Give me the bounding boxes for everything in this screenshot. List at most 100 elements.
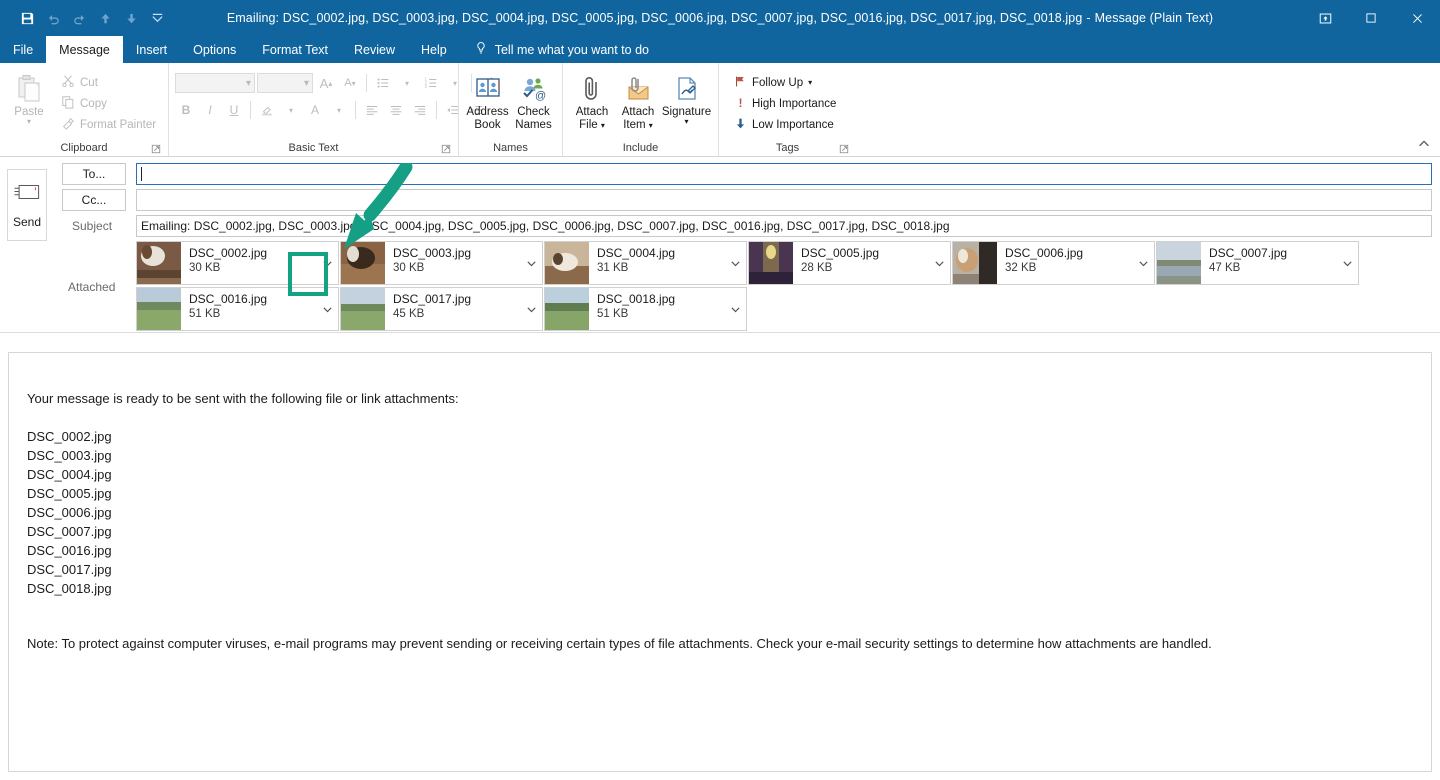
attachment-item-0[interactable]: DSC_0002.jpg 30 KB (136, 241, 339, 285)
bold-button[interactable]: B (175, 100, 197, 121)
attach-file-line1: Attach (575, 106, 609, 118)
basic-text-group-text: Basic Text (288, 142, 339, 154)
collapse-ribbon-button[interactable] (1416, 136, 1432, 152)
tell-me-label: Tell me what you want to do (494, 42, 649, 57)
low-importance-button[interactable]: Low Importance (729, 114, 839, 135)
high-importance-button[interactable]: ! High Importance (729, 93, 841, 114)
attachment-list: DSC_0002.jpg 30 KB DSC_0003.jpg 30 KB DS… (136, 241, 1432, 333)
attachment-item-4[interactable]: DSC_0006.jpg 32 KB (952, 241, 1155, 285)
tags-dialog-launcher-icon[interactable] (839, 144, 850, 155)
cut-button[interactable]: Cut (56, 72, 161, 93)
italic-button[interactable]: I (199, 100, 221, 121)
attachment-thumbnail (137, 242, 181, 284)
font-color-button[interactable]: A (304, 100, 326, 121)
attachment-size: 51 KB (189, 308, 221, 320)
attach-file-button[interactable]: Attach File ▾ (569, 70, 615, 132)
text-highlight-dropdown[interactable]: ▾ (280, 100, 302, 121)
align-right-button[interactable] (409, 100, 431, 121)
tab-message[interactable]: Message (46, 36, 123, 63)
next-item-button[interactable] (118, 5, 144, 31)
bullets-dropdown[interactable]: ▾ (396, 73, 418, 94)
attachment-item-5[interactable]: DSC_0007.jpg 47 KB (1156, 241, 1359, 285)
clipboard-dialog-launcher-icon[interactable] (151, 144, 162, 155)
ribbon-display-options-button[interactable] (1302, 0, 1348, 36)
attachment-meta: DSC_0017.jpg 45 KB (385, 288, 520, 330)
align-center-button[interactable] (385, 100, 407, 121)
attachment-item-8[interactable]: DSC_0018.jpg 51 KB (544, 287, 747, 331)
basic-text-dialog-launcher-icon[interactable] (441, 144, 452, 155)
format-painter-button[interactable]: Format Painter (56, 114, 161, 135)
attachment-name: DSC_0016.jpg (189, 292, 268, 306)
customize-quick-access-toolbar-button[interactable] (144, 5, 170, 31)
attachment-line-2: DSC_0016.jpg 51 KB DSC_0017.jpg 45 KB DS… (136, 287, 1432, 331)
attachment-name: DSC_0018.jpg (597, 292, 676, 306)
divider (355, 101, 356, 119)
attachment-item-6[interactable]: DSC_0016.jpg 51 KB (136, 287, 339, 331)
attachment-size: 31 KB (597, 262, 629, 274)
undo-button[interactable] (40, 5, 66, 31)
grow-font-button[interactable]: A ▴ (315, 73, 337, 94)
ribbon-tab-bar: File Message Insert Options Format Text … (0, 36, 1440, 63)
align-left-button[interactable] (361, 100, 383, 121)
font-color-dropdown[interactable]: ▾ (328, 100, 350, 121)
check-names-button[interactable]: @ Check Names (511, 70, 557, 132)
arrow-down-icon (734, 117, 747, 133)
attachment-name: DSC_0003.jpg (393, 246, 472, 260)
bullets-button[interactable] (372, 73, 394, 94)
check-names-line2: Names (515, 119, 552, 132)
close-button[interactable] (1394, 0, 1440, 36)
body-file-item: DSC_0003.jpg (27, 448, 112, 463)
attachment-dropdown-chevron-3[interactable] (928, 242, 950, 284)
shrink-font-button[interactable]: A ▾ (339, 73, 361, 94)
text-highlight-color-button[interactable] (256, 100, 278, 121)
attach-item-icon (624, 72, 652, 106)
paste-icon (15, 72, 43, 106)
paintbrush-icon (61, 116, 75, 133)
attachment-dropdown-chevron-1[interactable] (520, 242, 542, 284)
signature-button[interactable]: Signature ▾ (661, 70, 712, 126)
attachment-meta: DSC_0006.jpg 32 KB (997, 242, 1132, 284)
attachment-dropdown-chevron-6[interactable] (316, 288, 338, 330)
paste-button[interactable]: Paste ▾ (6, 68, 52, 126)
cc-button[interactable]: Cc... (62, 189, 126, 211)
attachment-dropdown-chevron-7[interactable] (520, 288, 542, 330)
underline-button[interactable]: U (223, 100, 245, 121)
follow-up-button[interactable]: Follow Up ▾ (729, 72, 817, 93)
tell-me-search[interactable]: Tell me what you want to do (460, 36, 661, 63)
font-name-select[interactable]: ▾ (175, 73, 255, 93)
save-button[interactable] (14, 5, 40, 31)
tab-insert[interactable]: Insert (123, 36, 180, 63)
attachment-item-2[interactable]: DSC_0004.jpg 31 KB (544, 241, 747, 285)
attachment-dropdown-chevron-8[interactable] (724, 288, 746, 330)
attachment-dropdown-chevron-0[interactable] (316, 242, 338, 284)
redo-button[interactable] (66, 5, 92, 31)
attachment-dropdown-chevron-5[interactable] (1336, 242, 1358, 284)
previous-item-button[interactable] (92, 5, 118, 31)
attachment-size: 32 KB (1005, 262, 1037, 274)
tab-options[interactable]: Options (180, 36, 249, 63)
attachment-item-3[interactable]: DSC_0005.jpg 28 KB (748, 241, 951, 285)
to-input[interactable] (136, 163, 1432, 185)
copy-button[interactable]: Copy (56, 93, 161, 114)
send-button[interactable]: Send (7, 169, 47, 241)
tab-format-text[interactable]: Format Text (249, 36, 341, 63)
attachment-dropdown-chevron-2[interactable] (724, 242, 746, 284)
attachment-item-7[interactable]: DSC_0017.jpg 45 KB (340, 287, 543, 331)
address-book-button[interactable]: Address Book (465, 70, 511, 132)
cc-input[interactable] (136, 189, 1432, 211)
numbering-button[interactable]: 123 (420, 73, 442, 94)
subject-input[interactable]: Emailing: DSC_0002.jpg, DSC_0003.jpg, DS… (136, 215, 1432, 237)
attachment-meta: DSC_0007.jpg 47 KB (1201, 242, 1336, 284)
font-size-select[interactable]: ▾ (257, 73, 313, 93)
tab-review[interactable]: Review (341, 36, 408, 63)
attachment-item-1[interactable]: DSC_0003.jpg 30 KB (340, 241, 543, 285)
attachment-thumbnail (545, 288, 589, 330)
tab-file[interactable]: File (0, 36, 46, 63)
to-button[interactable]: To... (62, 163, 126, 185)
attach-item-button[interactable]: Attach Item ▾ (615, 70, 661, 132)
body-file-item: DSC_0005.jpg (27, 486, 112, 501)
maximize-button[interactable] (1348, 0, 1394, 36)
message-body[interactable]: Your message is ready to be sent with th… (8, 352, 1432, 772)
attachment-dropdown-chevron-4[interactable] (1132, 242, 1154, 284)
tab-help[interactable]: Help (408, 36, 460, 63)
